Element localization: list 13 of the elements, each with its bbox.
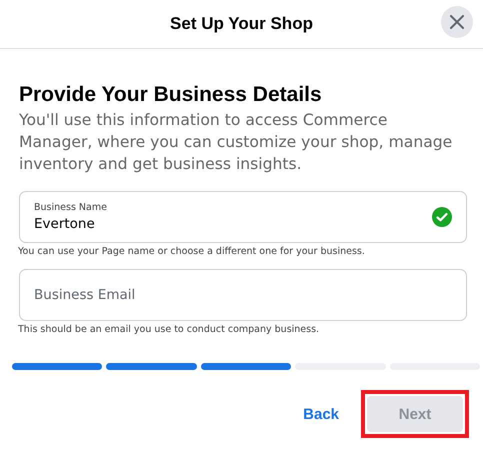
email-field[interactable]: Business Email — [19, 269, 467, 321]
dialog-title: Set Up Your Shop — [170, 14, 313, 34]
help-text: You can use your Page name or choose a different one for your business. — [18, 246, 366, 257]
check-icon — [432, 207, 452, 227]
section-description: You'll use this information to access Commerce Manager, where you can customize your shop, manage inventory and get business insights. — [19, 110, 454, 175]
section-heading: Provide Your Business Details — [19, 83, 323, 107]
back-button[interactable]: Back — [299, 400, 343, 428]
name-field[interactable]: Business Name Evertone — [19, 191, 467, 243]
close-button[interactable] — [441, 6, 473, 38]
field-value: Evertone — [34, 216, 96, 232]
help-text: This should be an email you use to conduct company business. — [18, 324, 320, 335]
field-label: Business Name — [34, 202, 108, 213]
close-icon — [450, 15, 464, 29]
